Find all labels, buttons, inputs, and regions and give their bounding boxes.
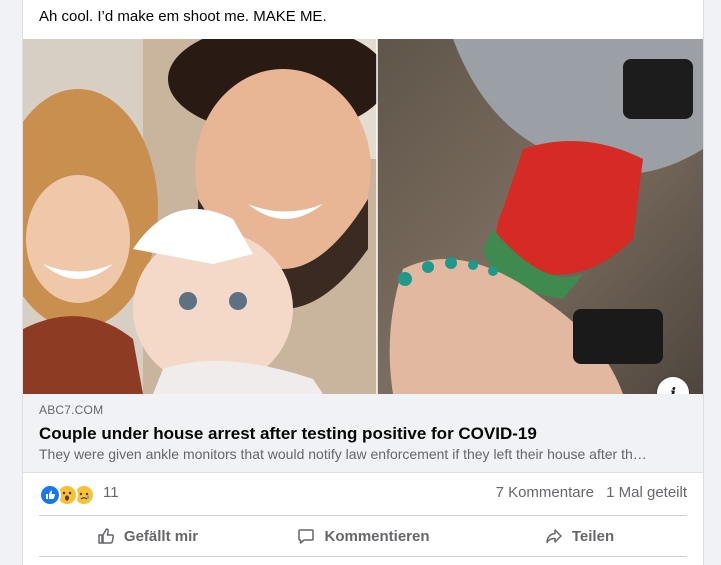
post-text: Ah cool. I’d make em shoot me. MAKE ME. bbox=[39, 8, 327, 25]
comment-button-label: Kommentieren bbox=[324, 527, 430, 545]
comment-icon bbox=[298, 529, 315, 544]
ankle-monitor-bottom bbox=[573, 309, 663, 364]
link-preview-image[interactable] bbox=[23, 39, 703, 394]
share-count-link[interactable]: 1 Mal geteilt bbox=[606, 484, 687, 501]
share-button[interactable]: Teilen bbox=[471, 518, 687, 554]
woman-face bbox=[26, 175, 130, 303]
like-button-label: Gefällt mir bbox=[123, 527, 199, 545]
engagement-counts: 7 Kommentare 1 Mal geteilt bbox=[488, 484, 687, 501]
ankle-monitor-top bbox=[623, 59, 693, 119]
share-arrow-icon bbox=[546, 529, 562, 544]
comment-button[interactable]: Kommentieren bbox=[255, 518, 471, 554]
link-description: They were given ankle monitors that woul… bbox=[39, 446, 647, 462]
share-button-label: Teilen bbox=[571, 527, 615, 545]
post-card: Ah cool. I’d make em shoot me. MAKE ME. bbox=[22, 0, 704, 565]
link-title[interactable]: Couple under house arrest after testing … bbox=[39, 424, 537, 444]
like-reaction-icon bbox=[39, 484, 61, 506]
reaction-count[interactable]: 11 bbox=[103, 484, 119, 501]
comment-count-link[interactable]: 7 Kommentare bbox=[496, 484, 594, 501]
like-button[interactable]: Gefällt mir bbox=[39, 518, 255, 554]
post-action-bar: Gefällt mir Kommentieren Teilen bbox=[39, 518, 687, 554]
thumbs-up-icon bbox=[98, 528, 114, 544]
divider bbox=[39, 556, 687, 557]
photo-collage bbox=[23, 39, 703, 394]
divider bbox=[39, 515, 687, 516]
link-domain: ABC7.COM bbox=[39, 403, 104, 417]
link-preview[interactable]: ABC7.COM Couple under house arrest after… bbox=[23, 394, 703, 473]
reaction-stats-bar: 11 7 Kommentare 1 Mal geteilt bbox=[39, 478, 687, 510]
